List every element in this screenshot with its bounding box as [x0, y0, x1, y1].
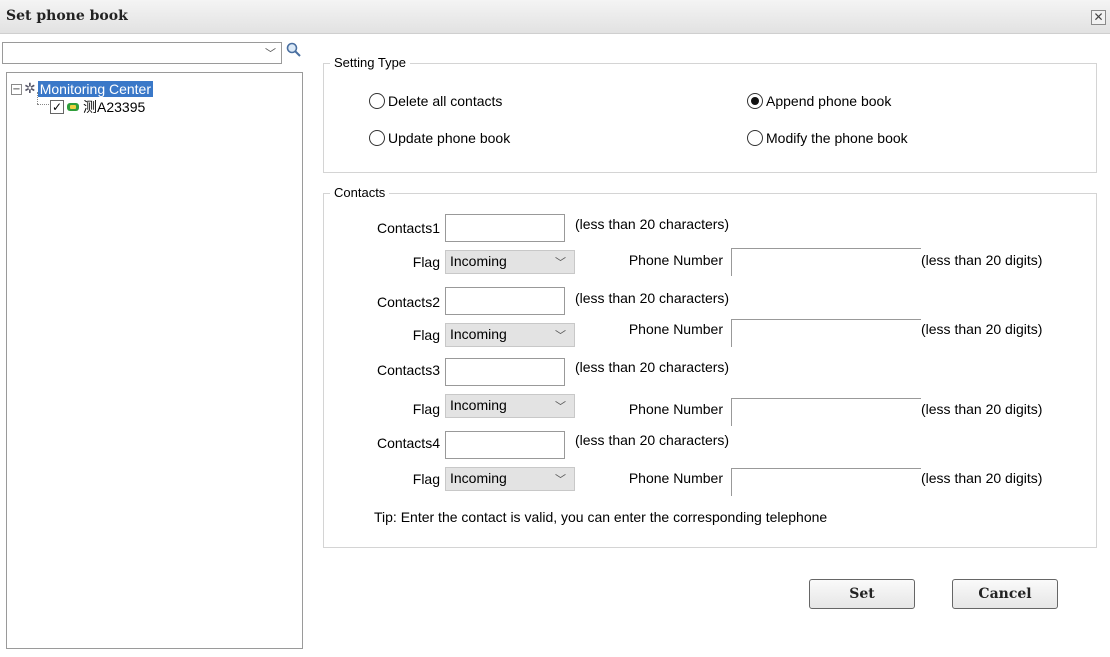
phone-hint: (less than 20 digits)	[921, 252, 1043, 268]
contacts4-label: Contacts4	[376, 435, 440, 451]
name-hint: (less than 20 characters)	[575, 290, 730, 306]
contacts1-name-input[interactable]	[445, 214, 565, 242]
phone-hint: (less than 20 digits)	[921, 321, 1043, 337]
flag-label: Flag	[412, 327, 440, 343]
contacts1-label: Contacts1	[376, 220, 440, 236]
close-icon[interactable]: ✕	[1091, 10, 1106, 25]
radio-label: Update phone book	[388, 130, 511, 146]
chevron-down-icon: ﹀	[555, 401, 566, 413]
contacts1-flag-select[interactable]: Incoming ﹀	[445, 250, 575, 274]
phone-hint: (less than 20 digits)	[921, 401, 1043, 417]
phone-number-label: Phone Number	[628, 470, 723, 486]
contacts4-flag-select[interactable]: Incoming ﹀	[445, 467, 575, 491]
phone-number-label: Phone Number	[628, 321, 723, 337]
phone-number-label: Phone Number	[628, 401, 723, 417]
select-value: Incoming	[450, 326, 507, 342]
radio-label: Delete all contacts	[388, 93, 503, 109]
tree-node-vehicle[interactable]: ✓ 测A23395	[50, 98, 145, 116]
radio-append[interactable]: Append phone book	[747, 93, 891, 109]
contacts3-label: Contacts3	[376, 362, 440, 378]
contacts4-phone-input[interactable]	[731, 468, 921, 496]
vehicle-icon	[67, 103, 79, 111]
set-button[interactable]: Set	[809, 579, 915, 609]
contacts4-name-input[interactable]	[445, 431, 565, 459]
search-combo[interactable]: ﹀	[2, 42, 282, 64]
select-value: Incoming	[450, 470, 507, 486]
phone-number-label: Phone Number	[628, 252, 723, 268]
device-tree: − ✲ Monitoring Center ✓ 测A23395	[6, 72, 303, 649]
tree-checkbox[interactable]: ✓	[50, 100, 64, 114]
tree-root-label[interactable]: Monitoring Center	[37, 81, 154, 97]
flag-label: Flag	[412, 401, 440, 417]
contacts2-phone-input[interactable]	[731, 319, 921, 347]
search-icon[interactable]	[286, 42, 302, 58]
chevron-down-icon: ﹀	[555, 330, 566, 342]
contacts2-flag-select[interactable]: Incoming ﹀	[445, 323, 575, 347]
chevron-down-icon[interactable]: ﹀	[265, 45, 276, 61]
select-value: Incoming	[450, 253, 507, 269]
contacts1-phone-input[interactable]	[731, 248, 921, 276]
gear-icon: ✲	[24, 81, 36, 97]
contacts3-name-input[interactable]	[445, 358, 565, 386]
name-hint: (less than 20 characters)	[575, 216, 730, 232]
select-value: Incoming	[450, 397, 507, 413]
radio-label: Modify the phone book	[766, 130, 908, 146]
setting-type-group: Setting Type Delete all contacts Append …	[323, 55, 1097, 173]
contacts3-phone-input[interactable]	[731, 398, 921, 426]
contacts-group: Contacts Contacts1 (less than 20 charact…	[323, 185, 1097, 548]
setting-type-legend: Setting Type	[330, 55, 411, 70]
radio-button[interactable]	[369, 130, 385, 146]
radio-delete-all[interactable]: Delete all contacts	[369, 93, 502, 109]
contacts2-name-input[interactable]	[445, 287, 565, 315]
phone-hint: (less than 20 digits)	[921, 470, 1043, 486]
dialog-title-bar: Set phone book ✕	[0, 0, 1110, 34]
radio-button[interactable]	[369, 93, 385, 109]
radio-modify[interactable]: Modify the phone book	[747, 130, 908, 146]
tree-vehicle-label[interactable]: 测A23395	[83, 97, 145, 117]
flag-label: Flag	[412, 254, 440, 270]
chevron-down-icon: ﹀	[555, 257, 566, 269]
contacts3-flag-select[interactable]: Incoming ﹀	[445, 394, 575, 418]
cancel-button[interactable]: Cancel	[952, 579, 1058, 609]
name-hint: (less than 20 characters)	[575, 432, 730, 448]
tree-connector	[37, 104, 49, 105]
tree-node-root[interactable]: − ✲ Monitoring Center	[11, 80, 154, 98]
flag-label: Flag	[412, 471, 440, 487]
name-hint: (less than 20 characters)	[575, 359, 730, 375]
collapse-icon[interactable]: −	[11, 83, 22, 95]
tip-text: Tip: Enter the contact is valid, you can…	[374, 509, 828, 525]
radio-label: Append phone book	[766, 93, 892, 109]
contacts2-label: Contacts2	[376, 294, 440, 310]
chevron-down-icon: ﹀	[555, 474, 566, 486]
tree-connector	[37, 92, 38, 104]
radio-button-selected[interactable]	[747, 93, 763, 109]
radio-button[interactable]	[747, 130, 763, 146]
dialog-title: Set phone book	[6, 8, 128, 24]
radio-update[interactable]: Update phone book	[369, 130, 510, 146]
contacts-legend: Contacts	[330, 185, 390, 200]
